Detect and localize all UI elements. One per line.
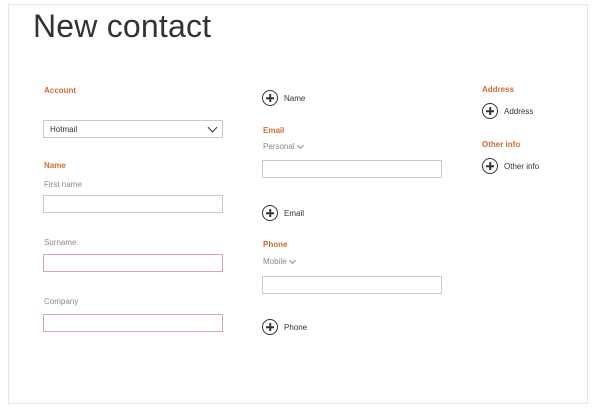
first-name-label: First name — [44, 180, 82, 189]
add-name-label: Name — [284, 93, 306, 103]
add-other-info-button[interactable]: Other info — [482, 158, 539, 174]
add-address-label: Address — [504, 106, 534, 116]
phone-field[interactable] — [262, 276, 442, 294]
phone-type-dropdown[interactable]: Mobile — [263, 256, 296, 266]
email-heading: Email — [263, 126, 285, 135]
surname-field[interactable] — [43, 254, 223, 272]
phone-heading: Phone — [263, 240, 288, 249]
add-phone-button[interactable]: Phone — [262, 319, 307, 335]
add-name-button[interactable]: Name — [262, 90, 305, 106]
account-heading: Account — [44, 86, 76, 95]
email-type-dropdown[interactable]: Personal — [263, 141, 304, 151]
add-email-button[interactable]: Email — [262, 205, 304, 221]
email-field[interactable] — [262, 160, 442, 178]
add-icon — [262, 319, 278, 335]
company-field[interactable] — [43, 314, 223, 332]
page-title: New contact — [33, 8, 212, 44]
name-heading: Name — [44, 161, 66, 170]
account-select-value: Hotmail — [50, 124, 78, 134]
chevron-down-icon — [296, 141, 304, 150]
add-icon — [482, 103, 498, 119]
address-heading: Address — [482, 85, 515, 94]
add-icon — [262, 205, 278, 221]
add-email-label: Email — [284, 208, 305, 218]
phone-type-label: Mobile — [263, 257, 287, 266]
company-label: Company — [44, 297, 79, 306]
add-phone-label: Phone — [284, 322, 308, 332]
add-icon — [262, 90, 278, 106]
add-address-button[interactable]: Address — [482, 103, 533, 119]
chevron-down-icon — [207, 122, 218, 133]
add-other-info-label: Other info — [504, 161, 540, 171]
surname-label: Surname — [44, 238, 77, 247]
chevron-down-icon — [288, 256, 296, 265]
other-info-heading: Other info — [482, 140, 521, 149]
add-icon — [482, 158, 498, 174]
email-type-label: Personal — [263, 142, 295, 151]
first-name-field[interactable] — [43, 195, 223, 213]
account-select[interactable]: Hotmail — [43, 120, 223, 138]
